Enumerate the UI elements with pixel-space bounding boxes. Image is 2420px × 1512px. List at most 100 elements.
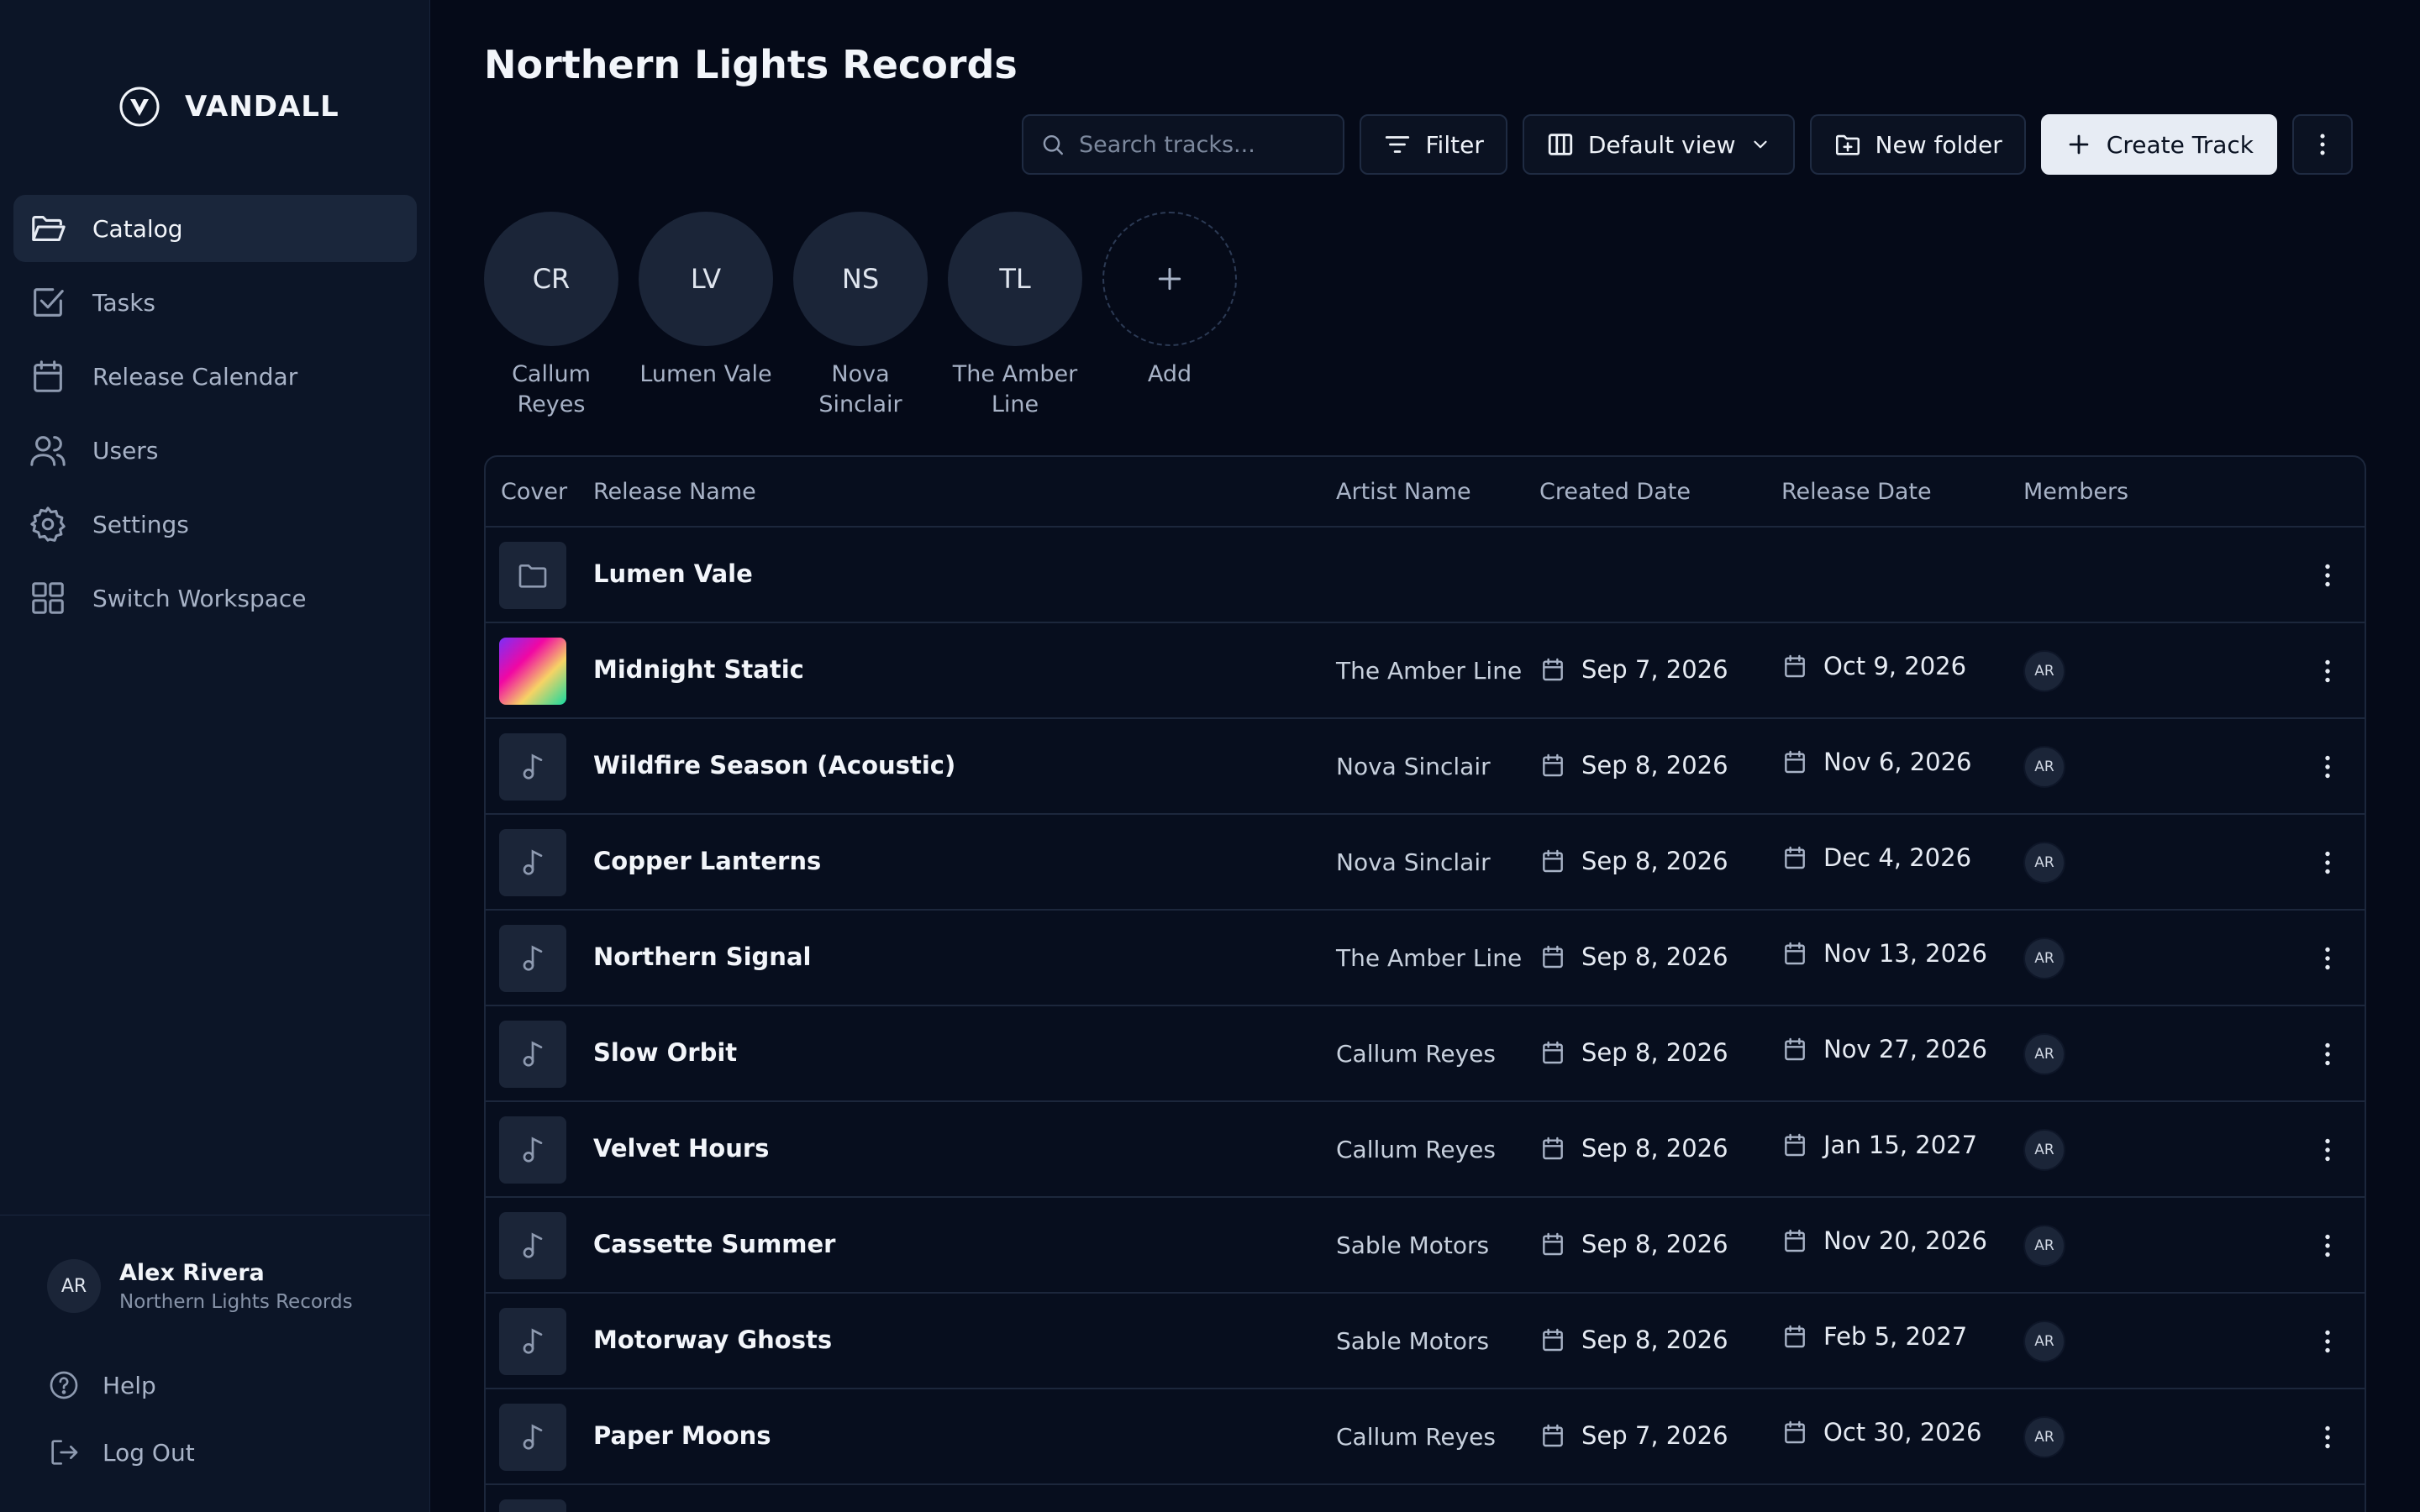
sidebar-item-release-calendar[interactable]: Release Calendar: [13, 343, 417, 410]
sidebar: VANDALL Catalog Tasks Release Calendar U…: [0, 0, 430, 1512]
col-created-date[interactable]: Created Date: [1539, 479, 1691, 505]
release-date[interactable]: Nov 6, 2026: [1781, 748, 1972, 776]
track-cover: [499, 1116, 566, 1184]
view-label: Default view: [1587, 130, 1736, 159]
add-artist-button[interactable]: Add: [1102, 212, 1237, 420]
release-name[interactable]: Cassette Summer: [593, 1230, 835, 1258]
col-release-name[interactable]: Release Name: [593, 479, 756, 505]
row-menu-button[interactable]: [2311, 1325, 2344, 1358]
table-row[interactable]: Motorway Ghosts Sable Motors Sep 8, 2026 Fe…: [486, 1294, 2365, 1389]
release-name[interactable]: Slow Orbit: [593, 1038, 737, 1067]
member-avatar[interactable]: AR: [2023, 746, 2065, 788]
user-profile[interactable]: AR Alex Rivera Northern Lights Records: [47, 1259, 353, 1313]
more-vertical-icon: [2325, 947, 2330, 970]
release-date[interactable]: Oct 30, 2026: [1781, 1418, 1982, 1446]
sidebar-item-catalog[interactable]: Catalog: [13, 195, 417, 262]
row-menu-button[interactable]: [2311, 1420, 2344, 1454]
release-name[interactable]: Paper Moons: [593, 1421, 771, 1450]
sidebar-item-label: Catalog: [92, 214, 183, 243]
calendar-icon: [1543, 1137, 1563, 1160]
created-date-value: Sep 8, 2026: [1581, 1134, 1728, 1163]
table-row[interactable]: Velvet Hours Callum Reyes Sep 8, 2026 Jan 1…: [486, 1102, 2365, 1198]
artist-name: Callum Reyes: [1336, 1040, 1496, 1068]
row-menu-button[interactable]: [2311, 846, 2344, 879]
calendar-icon: [1785, 846, 1805, 869]
artist-name: Nova Sinclair: [818, 361, 902, 417]
release-name[interactable]: Copper Lanterns: [593, 847, 821, 875]
table-row[interactable]: Cassette Summer Sable Motors Sep 8, 2026 No…: [486, 1198, 2365, 1294]
logout-icon: [51, 1440, 78, 1465]
col-artist-name[interactable]: Artist Name: [1336, 479, 1471, 505]
artist-item[interactable]: TL The Amber Line: [948, 212, 1082, 420]
brand[interactable]: VANDALL: [118, 82, 339, 131]
row-menu-button[interactable]: [2311, 1229, 2344, 1263]
search-box[interactable]: [1022, 114, 1345, 175]
member-avatar[interactable]: AR: [2023, 1129, 2065, 1171]
table-row[interactable]: [486, 1485, 2365, 1512]
release-date[interactable]: Oct 9, 2026: [1781, 652, 1966, 680]
col-release-date[interactable]: Release Date: [1781, 479, 1932, 505]
release-date[interactable]: Nov 20, 2026: [1781, 1226, 1987, 1255]
release-name[interactable]: Midnight Static: [593, 655, 804, 684]
create-track-button[interactable]: Create Track: [2040, 114, 2277, 175]
artist-name: The Amber Line: [952, 361, 1078, 417]
member-avatar[interactable]: AR: [2023, 1225, 2065, 1267]
row-menu-button[interactable]: [2311, 1133, 2344, 1167]
table-row[interactable]: Wildfire Season (Acoustic) Nova Sinclair S…: [486, 719, 2365, 815]
release-name[interactable]: Lumen Vale: [593, 559, 753, 588]
sidebar-item-tasks[interactable]: Tasks: [13, 269, 417, 336]
release-date[interactable]: Nov 13, 2026: [1781, 939, 1987, 968]
table-row[interactable]: Slow Orbit Callum Reyes Sep 8, 2026 Nov 27,…: [486, 1006, 2365, 1102]
artist-item[interactable]: LV Lumen Vale: [639, 212, 773, 420]
release-name[interactable]: Northern Signal: [593, 942, 811, 971]
table-row[interactable]: Northern Signal The Amber Line Sep 8, 2026…: [486, 911, 2365, 1006]
member-avatar[interactable]: AR: [2023, 650, 2065, 692]
created-date: Sep 8, 2026: [1539, 1230, 1728, 1258]
new-folder-button[interactable]: New folder: [1809, 114, 2026, 175]
create-track-label: Create Track: [2106, 130, 2254, 159]
more-vertical-icon: [2325, 851, 2330, 874]
col-cover: Cover: [501, 479, 568, 505]
member-avatar[interactable]: AR: [2023, 1033, 2065, 1075]
more-options-button[interactable]: [2292, 114, 2353, 175]
row-menu-button[interactable]: [2311, 1037, 2344, 1071]
row-menu-button[interactable]: [2311, 559, 2344, 592]
created-date: Sep 8, 2026: [1539, 942, 1728, 971]
more-vertical-icon: [2325, 1330, 2330, 1353]
release-date[interactable]: Feb 5, 2027: [1781, 1322, 1967, 1351]
member-avatar[interactable]: AR: [2023, 1416, 2065, 1458]
filter-button[interactable]: Filter: [1360, 114, 1507, 175]
release-name[interactable]: Wildfire Season (Acoustic): [593, 751, 955, 780]
view-select[interactable]: Default view: [1522, 114, 1795, 175]
table-row[interactable]: Copper Lanterns Nova Sinclair Sep 8, 2026 D…: [486, 815, 2365, 911]
grid-icon: [32, 582, 64, 614]
row-menu-button[interactable]: [2311, 750, 2344, 784]
more-vertical-icon: [2325, 1234, 2330, 1257]
calendar-icon: [1785, 750, 1805, 774]
release-date[interactable]: Jan 15, 2027: [1781, 1131, 1977, 1159]
calendar-icon: [1785, 654, 1805, 678]
track-cover: [499, 1212, 566, 1279]
sidebar-item-settings[interactable]: Settings: [13, 491, 417, 558]
row-menu-button[interactable]: [2311, 654, 2344, 688]
sidebar-item-switch-workspace[interactable]: Switch Workspace: [13, 564, 417, 632]
member-avatar[interactable]: AR: [2023, 842, 2065, 884]
release-name[interactable]: Motorway Ghosts: [593, 1326, 832, 1354]
table-row[interactable]: Paper Moons Callum Reyes Sep 7, 2026 Oct 30…: [486, 1389, 2365, 1485]
folder-row[interactable]: Lumen Vale: [486, 528, 2365, 623]
page-title: Northern Lights Records: [484, 42, 1018, 87]
sidebar-item-users[interactable]: Users: [13, 417, 417, 484]
release-name[interactable]: Velvet Hours: [593, 1134, 769, 1163]
member-avatar[interactable]: AR: [2023, 937, 2065, 979]
release-date[interactable]: Dec 4, 2026: [1781, 843, 1971, 872]
artist-item[interactable]: CR Callum Reyes: [484, 212, 618, 420]
search-input[interactable]: [1078, 131, 1327, 158]
artist-item[interactable]: NS Nova Sinclair: [793, 212, 928, 420]
logout-link[interactable]: Log Out: [47, 1436, 195, 1469]
created-date: Sep 7, 2026: [1539, 1421, 1728, 1450]
help-link[interactable]: Help: [47, 1368, 156, 1402]
member-avatar[interactable]: AR: [2023, 1320, 2065, 1362]
release-date[interactable]: Nov 27, 2026: [1781, 1035, 1987, 1063]
row-menu-button[interactable]: [2311, 942, 2344, 975]
table-row[interactable]: Midnight Static The Amber Line Sep 7, 2026…: [486, 623, 2365, 719]
